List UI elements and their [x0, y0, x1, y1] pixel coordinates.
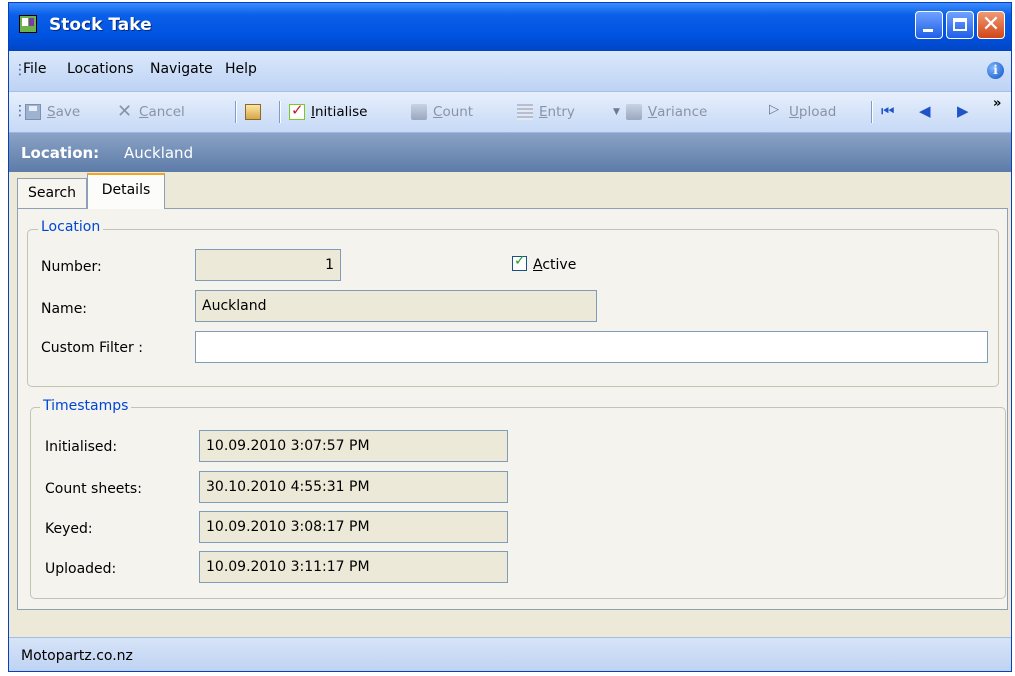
menu-file[interactable]: File [23, 61, 46, 77]
tab-search[interactable]: Search [17, 178, 87, 208]
menu-navigate[interactable]: Navigate [150, 61, 213, 77]
initialised-label: Initialised: [45, 439, 118, 455]
tab-details[interactable]: Details [87, 173, 165, 209]
custom-filter-input[interactable] [195, 331, 988, 363]
location-header: Location: Auckland [9, 133, 1011, 172]
save-button[interactable]: Save [25, 101, 80, 123]
number-label: Number: [41, 259, 102, 275]
count-button[interactable]: Count [411, 101, 473, 123]
printer-icon [411, 104, 427, 120]
number-field[interactable]: 1 [195, 249, 341, 281]
toolbar-separator [871, 101, 872, 123]
keyed-label: Keyed: [45, 521, 93, 537]
toolbar-separator [279, 101, 280, 123]
timestamps-group [30, 407, 1006, 599]
close-icon: ✕ [981, 12, 1001, 37]
uploaded-label: Uploaded: [45, 561, 117, 577]
active-checkbox[interactable] [512, 253, 527, 271]
first-record-icon[interactable]: ⏮ [881, 102, 895, 120]
save-icon [25, 104, 41, 120]
variance-button[interactable]: ▼ Variance [613, 101, 707, 123]
location-group-title: Location [38, 219, 104, 235]
upload-button[interactable]: Upload [767, 101, 836, 123]
menu-bar: File Locations Navigate Help i [9, 51, 1011, 92]
title-bar[interactable]: Stock Take ✕ [9, 3, 1011, 51]
name-label: Name: [41, 301, 88, 317]
keyed-field[interactable]: 10.09.2010 3:08:17 PM [199, 511, 508, 543]
status-text: Motopartz.co.nz [21, 648, 133, 664]
initialise-button[interactable]: Initialise [289, 101, 367, 123]
close-button[interactable]: ✕ [977, 11, 1005, 39]
toolbar-separator [235, 101, 236, 123]
entry-button[interactable]: Entry [517, 101, 575, 123]
menu-help[interactable]: Help [225, 61, 257, 77]
previous-record-icon[interactable]: ◀ [919, 102, 931, 120]
info-icon[interactable]: i [987, 62, 1004, 79]
minimize-icon [923, 29, 933, 32]
menu-grip-icon[interactable] [13, 63, 17, 78]
play-icon [767, 102, 783, 120]
printer-icon [625, 104, 642, 120]
stock-take-window: Stock Take ✕ File Locations Navigate Hel… [8, 2, 1012, 672]
properties-icon [245, 104, 261, 120]
uploaded-field[interactable]: 10.09.2010 3:11:17 PM [199, 551, 508, 583]
toolbar-overflow-icon[interactable]: » [993, 96, 1001, 111]
location-header-label: Location: [21, 144, 100, 162]
details-panel: Location Number: 1 Active Name: Auckland… [17, 208, 1008, 610]
cancel-icon [117, 101, 133, 122]
minimize-button[interactable] [915, 11, 943, 39]
active-label[interactable]: Active [533, 257, 576, 273]
count-sheets-field[interactable]: 30.10.2010 4:55:31 PM [199, 471, 508, 503]
toolbar: Save Cancel Initialise Count Entry ▼ Var… [9, 92, 1011, 133]
toolbar-grip-icon[interactable] [13, 104, 17, 119]
status-bar: Motopartz.co.nz [9, 637, 1011, 671]
name-field[interactable]: Auckland [195, 290, 597, 322]
maximize-button[interactable] [946, 11, 974, 39]
window-title: Stock Take [49, 15, 152, 35]
timestamps-group-title: Timestamps [40, 398, 132, 414]
properties-button[interactable] [245, 101, 267, 123]
maximize-icon [953, 18, 967, 31]
initialised-field[interactable]: 10.09.2010 3:07:57 PM [199, 430, 508, 462]
initialise-icon [289, 101, 305, 120]
next-record-icon[interactable]: ▶ [957, 102, 969, 120]
chevron-down-icon[interactable]: ▼ [613, 107, 620, 117]
entry-icon [517, 104, 533, 120]
menu-locations[interactable]: Locations [67, 61, 134, 77]
custom-filter-label: Custom Filter : [41, 340, 143, 356]
app-icon [19, 15, 37, 33]
location-header-value: Auckland [124, 144, 194, 162]
count-sheets-label: Count sheets: [45, 481, 142, 497]
cancel-button[interactable]: Cancel [117, 101, 185, 123]
